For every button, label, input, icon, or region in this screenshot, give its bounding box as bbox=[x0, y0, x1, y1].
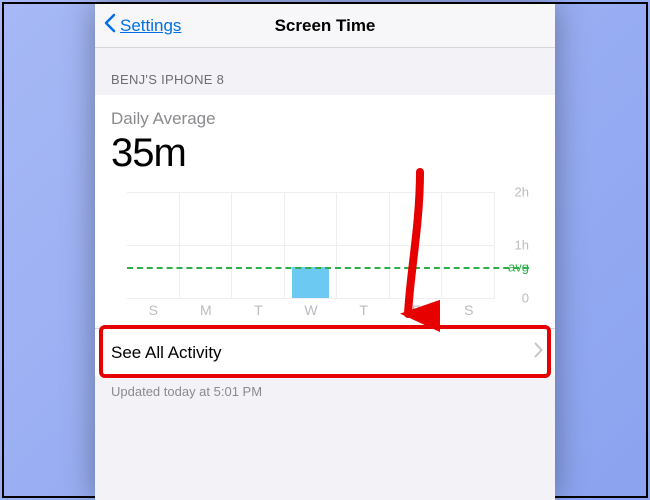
chart-x-tick: T bbox=[232, 298, 285, 322]
back-button[interactable]: Settings bbox=[95, 13, 181, 38]
see-all-activity-label: See All Activity bbox=[111, 343, 222, 363]
chart-y-tick: 1h bbox=[515, 238, 529, 253]
chevron-right-icon bbox=[534, 342, 543, 363]
device-section-header: BENJ'S IPHONE 8 bbox=[95, 48, 555, 95]
usage-card: Daily Average 35m SMTWTFS 01h2havg See A… bbox=[95, 95, 555, 376]
chart-bar bbox=[292, 267, 328, 298]
chart-y-tick: 2h bbox=[515, 185, 529, 200]
usage-bar-chart: SMTWTFS 01h2havg bbox=[111, 176, 539, 322]
chart-avg-line bbox=[127, 267, 529, 269]
chart-x-tick: S bbox=[127, 298, 180, 322]
updated-timestamp: Updated today at 5:01 PM bbox=[95, 376, 555, 407]
back-label: Settings bbox=[120, 16, 181, 36]
chart-x-tick: W bbox=[285, 298, 338, 322]
daily-average-value: 35m bbox=[111, 131, 539, 176]
chart-x-tick: M bbox=[180, 298, 233, 322]
nav-bar: Settings Screen Time bbox=[95, 4, 555, 48]
chart-x-tick: F bbox=[390, 298, 443, 322]
chevron-left-icon bbox=[103, 13, 116, 38]
chart-x-tick: T bbox=[337, 298, 390, 322]
screen-time-screen: Settings Screen Time BENJ'S IPHONE 8 Dai… bbox=[95, 4, 555, 500]
daily-average-label: Daily Average bbox=[111, 109, 539, 129]
see-all-activity-row[interactable]: See All Activity bbox=[95, 329, 555, 376]
chart-y-tick: 0 bbox=[522, 291, 529, 306]
chart-x-tick: S bbox=[442, 298, 495, 322]
